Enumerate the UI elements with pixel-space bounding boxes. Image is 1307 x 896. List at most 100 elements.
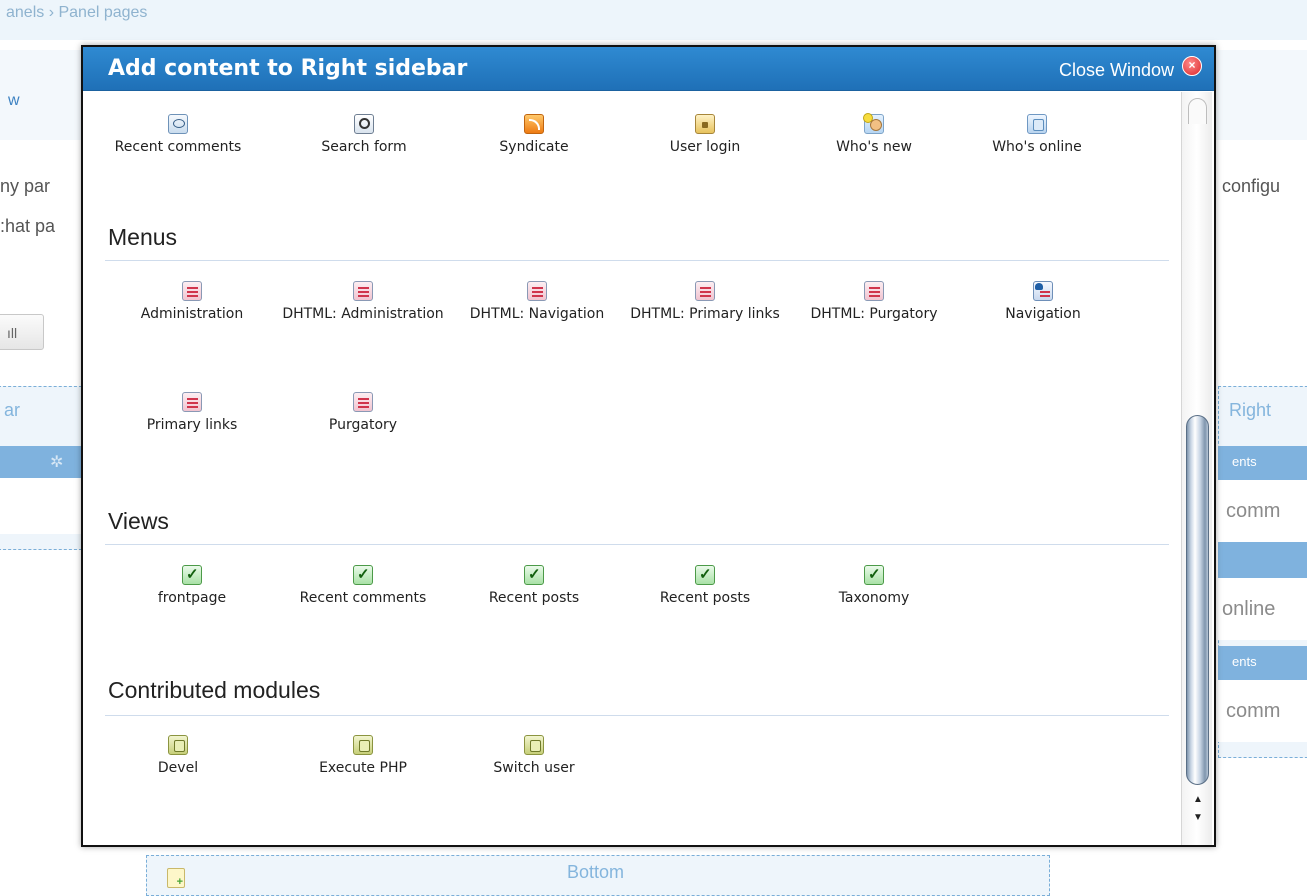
scroll-up-arrow-icon[interactable]: ▲: [1190, 794, 1206, 808]
content-item-administration[interactable]: Administration: [107, 281, 277, 323]
menu-icon: [353, 281, 373, 301]
view-icon: [182, 565, 202, 585]
item-label: Syndicate: [499, 139, 569, 155]
content-item-switch-user[interactable]: Switch user: [449, 735, 619, 777]
right-pane-bar: ents: [1218, 446, 1307, 480]
item-label: Administration: [140, 306, 244, 322]
item-label: Devel: [157, 760, 199, 776]
item-label: Who's new: [836, 139, 912, 155]
content-item-navigation[interactable]: Navigation: [958, 281, 1128, 323]
menu-icon: [353, 392, 373, 412]
item-label: Purgatory: [328, 417, 398, 433]
close-window-link[interactable]: Close Window: [1059, 60, 1174, 81]
right-pane-text: comm: [1226, 700, 1281, 722]
content-item-primary-links[interactable]: Primary links: [107, 392, 277, 434]
right-pane-text: comm: [1226, 500, 1281, 522]
content-item-recent-posts-2[interactable]: Recent posts: [620, 565, 790, 607]
search-icon: [354, 114, 374, 134]
close-icon[interactable]: ×: [1182, 56, 1202, 76]
left-pane-bar: [0, 446, 82, 478]
menu-icon: [864, 281, 884, 301]
item-label: Recent comments: [299, 590, 427, 606]
modal-scrollbar[interactable]: ▲ ▼: [1181, 92, 1212, 845]
content-item-execute-php[interactable]: Execute PHP: [278, 735, 448, 777]
menu-icon: [182, 281, 202, 301]
content-item-frontpage[interactable]: frontpage: [107, 565, 277, 607]
content-item-view-recent-comments[interactable]: Recent comments: [278, 565, 448, 607]
module-icon: [524, 735, 544, 755]
content-item-purgatory[interactable]: Purgatory: [278, 392, 448, 434]
user-face-icon: [863, 113, 884, 134]
item-label: Recent posts: [659, 590, 751, 606]
menu-icon: [527, 281, 547, 301]
item-label: DHTML: Purgatory: [810, 306, 938, 322]
item-label: frontpage: [157, 590, 227, 606]
comment-icon: [168, 114, 188, 134]
content-item-dhtml-primary-links[interactable]: DHTML: Primary links: [620, 281, 790, 323]
modal-title: Add content to Right sidebar: [108, 56, 468, 81]
content-item-dhtml-purgatory[interactable]: DHTML: Purgatory: [789, 281, 959, 323]
breadcrumb[interactable]: anels › Panel pages: [6, 4, 147, 22]
block-icon: [1027, 114, 1047, 134]
modal-body: Recent comments Search form Syndicate Us…: [83, 92, 1183, 845]
background-text: ny par: [0, 176, 51, 196]
scroll-down-arrow-icon[interactable]: ▼: [1190, 812, 1206, 826]
item-label: DHTML: Navigation: [469, 306, 605, 322]
gear-icon[interactable]: ✲: [50, 452, 63, 472]
item-label: Execute PHP: [319, 760, 407, 776]
view-icon: [353, 565, 373, 585]
section-divider: [105, 715, 1169, 716]
background-button[interactable]: ıll: [0, 314, 44, 350]
item-label: Navigation: [1005, 306, 1081, 322]
bottom-region: + Bottom: [146, 855, 1050, 896]
view-icon: [524, 565, 544, 585]
add-content-modal: Add content to Right sidebar Close Windo…: [81, 45, 1216, 847]
item-label: Switch user: [493, 760, 575, 776]
section-title-contributed-modules: Contributed modules: [108, 677, 321, 703]
view-icon: [864, 565, 884, 585]
item-label: Primary links: [146, 417, 238, 433]
menu-icon: [695, 281, 715, 301]
item-label: Taxonomy: [838, 590, 910, 606]
content-item-search-form[interactable]: Search form: [279, 114, 449, 156]
content-item-syndicate[interactable]: Syndicate: [449, 114, 619, 156]
content-item-dhtml-administration[interactable]: DHTML: Administration: [278, 281, 448, 323]
content-item-user-login[interactable]: User login: [620, 114, 790, 156]
background-breadcrumb-bar: anels › Panel pages: [0, 0, 1307, 40]
section-divider: [105, 260, 1169, 261]
add-content-icon[interactable]: +: [167, 868, 185, 888]
lock-icon: [695, 114, 715, 134]
background-text: configu: [1222, 176, 1281, 196]
right-pane-bar: [1218, 542, 1307, 578]
item-label: Who's online: [992, 139, 1082, 155]
item-label: User login: [669, 139, 741, 155]
modal-header: Add content to Right sidebar Close Windo…: [83, 47, 1214, 91]
navigation-menu-icon: [1033, 281, 1053, 301]
view-icon: [695, 565, 715, 585]
right-pane-text: online: [1222, 598, 1276, 620]
right-region-label: Right: [1229, 400, 1272, 420]
scroll-track-cap: [1188, 98, 1207, 124]
section-title-menus: Menus: [108, 224, 178, 250]
content-item-whos-new[interactable]: Who's new: [789, 113, 959, 156]
content-item-whos-online[interactable]: Who's online: [952, 114, 1122, 156]
feed-icon: [524, 114, 544, 134]
item-label: DHTML: Primary links: [630, 306, 780, 322]
content-item-recent-posts[interactable]: Recent posts: [449, 565, 619, 607]
item-label: Recent posts: [488, 590, 580, 606]
section-title-views: Views: [108, 508, 169, 534]
left-pane-body: [0, 478, 82, 534]
content-item-devel[interactable]: Devel: [93, 735, 263, 777]
menu-icon: [182, 392, 202, 412]
scroll-thumb[interactable]: [1186, 415, 1209, 785]
item-label: Search form: [321, 139, 407, 155]
content-item-dhtml-navigation[interactable]: DHTML: Navigation: [452, 281, 622, 323]
content-item-taxonomy[interactable]: Taxonomy: [789, 565, 959, 607]
module-icon: [168, 735, 188, 755]
left-region-label: ar: [4, 400, 21, 420]
right-pane-bar: ents: [1218, 646, 1307, 680]
background-text: :hat pa: [0, 216, 56, 236]
item-label: DHTML: Administration: [282, 306, 444, 322]
content-item-recent-comments[interactable]: Recent comments: [93, 114, 263, 156]
background-tab[interactable]: w: [8, 92, 20, 110]
